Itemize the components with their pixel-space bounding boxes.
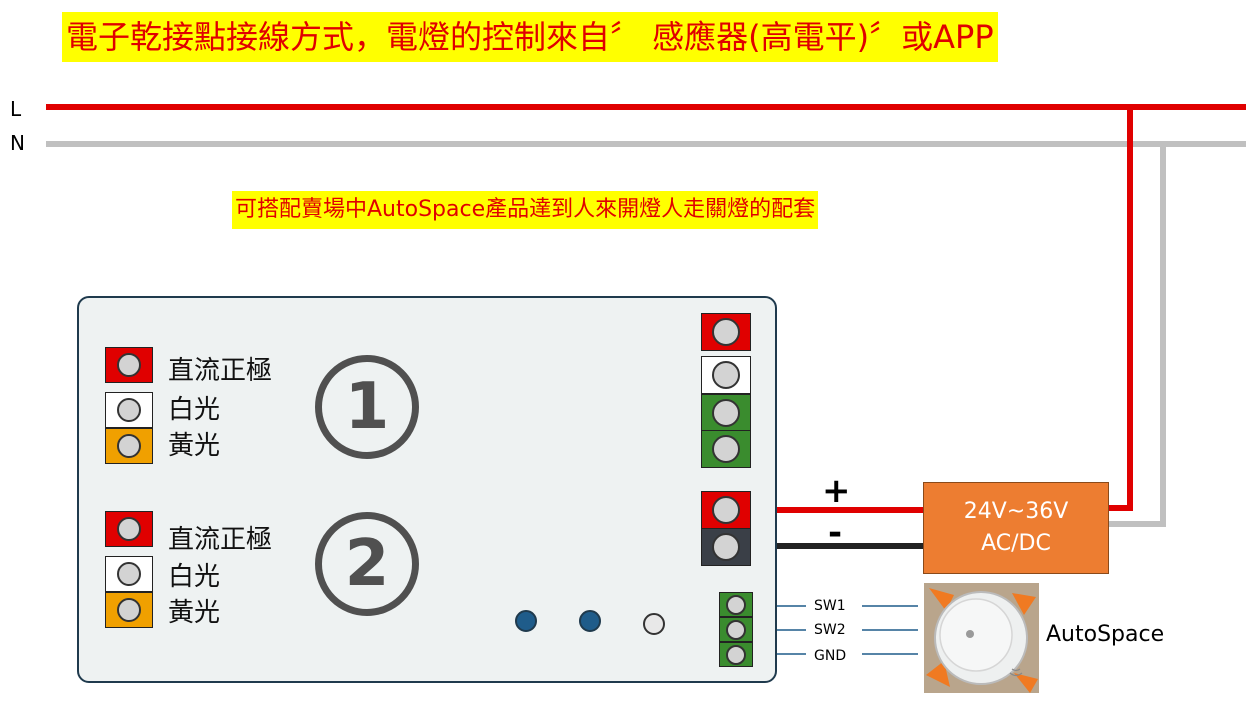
power-terminal-negative bbox=[701, 528, 751, 566]
screw-terminal-icon bbox=[712, 399, 740, 427]
negative-mark: - bbox=[828, 513, 843, 553]
sw1-label: SW1 bbox=[814, 598, 846, 614]
gnd-label: GND bbox=[814, 648, 847, 664]
screw-terminal-icon bbox=[712, 496, 740, 524]
ch1-terminal-yellow bbox=[105, 428, 153, 464]
power-terminal-positive bbox=[701, 491, 751, 529]
screw-terminal-icon bbox=[712, 435, 740, 463]
channel-2-badge: 2 bbox=[315, 512, 419, 616]
power-supply: 24V~36V AC/DC bbox=[923, 482, 1109, 574]
live-drop-wire bbox=[1109, 107, 1133, 511]
led-indicator-icon bbox=[579, 610, 601, 632]
sw2-label: SW2 bbox=[814, 622, 846, 638]
channel-1-badge: 1 bbox=[315, 355, 419, 459]
screw-terminal-icon bbox=[712, 533, 740, 561]
ch2-label-yellow: 黃光 bbox=[168, 598, 221, 628]
signal-terminal-sw2 bbox=[719, 617, 753, 642]
ch2-label-white: 白光 bbox=[168, 562, 221, 592]
screw-terminal-icon bbox=[117, 562, 141, 586]
screw-terminal-icon bbox=[117, 598, 141, 622]
ch1-terminal-white bbox=[105, 392, 153, 428]
screw-terminal-icon bbox=[117, 353, 141, 377]
screw-terminal-icon bbox=[726, 594, 746, 615]
sensor-illustration bbox=[924, 583, 1039, 693]
led-indicator-icon bbox=[515, 610, 537, 632]
ch2-terminal-white bbox=[105, 556, 153, 592]
ch1-label-yellow: 黃光 bbox=[168, 431, 221, 461]
screw-terminal-icon bbox=[117, 398, 141, 422]
screw-terminal-icon bbox=[726, 619, 746, 640]
autospace-label: AutoSpace bbox=[1046, 622, 1165, 647]
output-terminal-white bbox=[701, 356, 751, 394]
output-terminal-green-1 bbox=[701, 394, 751, 432]
psu-voltage: 24V~36V bbox=[963, 499, 1069, 524]
ch1-label-positive: 直流正極 bbox=[168, 356, 273, 386]
screw-terminal-icon bbox=[726, 644, 746, 665]
output-terminal-red bbox=[701, 313, 751, 351]
positive-mark: + bbox=[822, 471, 851, 511]
output-terminal-green-2 bbox=[701, 430, 751, 468]
ch2-terminal-positive bbox=[105, 511, 153, 547]
screw-terminal-icon bbox=[117, 517, 141, 541]
psu-type: AC/DC bbox=[981, 531, 1051, 556]
motion-sensor-icon bbox=[924, 583, 1039, 693]
ch1-label-white: 白光 bbox=[168, 395, 221, 425]
ch2-label-positive: 直流正極 bbox=[168, 525, 273, 555]
ch2-terminal-yellow bbox=[105, 592, 153, 628]
screw-terminal-icon bbox=[117, 434, 141, 458]
ch1-terminal-positive bbox=[105, 347, 153, 383]
signal-terminal-gnd bbox=[719, 642, 753, 667]
screw-terminal-icon bbox=[712, 318, 740, 346]
screw-terminal-icon bbox=[712, 361, 740, 389]
led-indicator-icon bbox=[643, 613, 665, 635]
neutral-drop-wire bbox=[1109, 144, 1166, 527]
signal-terminal-sw1 bbox=[719, 592, 753, 617]
